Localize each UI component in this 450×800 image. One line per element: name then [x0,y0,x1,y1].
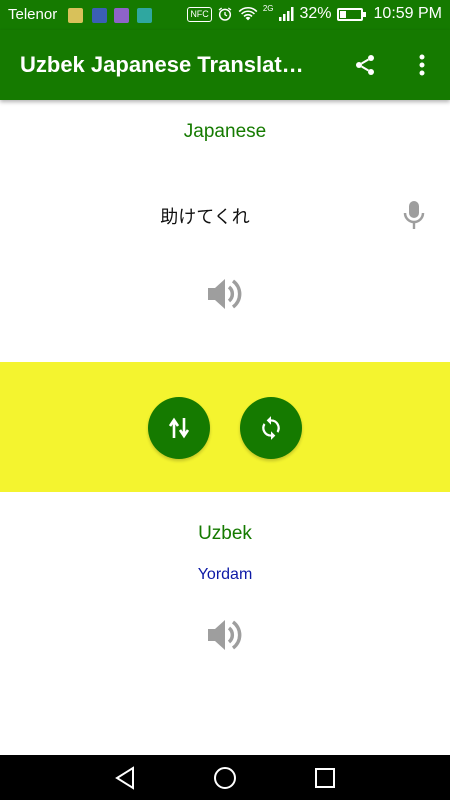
volume-up-icon [208,279,242,309]
source-text-input[interactable]: 助けてくれ [40,203,370,229]
system-nav-bar [0,755,450,800]
volume-up-icon [208,620,242,650]
status-bar: Telenor NFC 2G 32% 10:59 PM [0,0,450,30]
share-button[interactable] [348,50,382,80]
nfc-icon: NFC [187,6,212,22]
clock: 10:59 PM [373,5,442,22]
swap-languages-button[interactable] [148,397,210,459]
sync-icon [262,416,280,440]
app-bar: Uzbek Japanese Translat… [0,30,450,100]
source-speak-button[interactable] [205,276,245,312]
app-title: Uzbek Japanese Translat… [20,52,304,77]
action-band [0,362,450,492]
alarm-icon [218,7,232,21]
source-language-label[interactable]: Japanese [0,121,450,143]
notification-icon [68,8,83,23]
home-circle-icon [214,767,236,789]
more-options-button[interactable] [410,50,434,80]
translation-result: Yordam [197,566,253,583]
target-speak-button[interactable] [205,617,245,653]
recents-square-icon [315,768,335,788]
battery-percent: 32% [299,5,332,22]
wifi-icon [238,7,258,21]
refresh-button[interactable] [240,397,302,459]
recents-button[interactable] [312,765,338,791]
voice-input-button[interactable] [400,200,428,230]
more-vert-icon [419,54,425,76]
swap-vertical-icon [168,417,190,439]
target-language-label[interactable]: Uzbek [0,523,450,545]
notification-icon [92,8,107,23]
microphone-icon [403,201,425,229]
battery-icon [336,7,366,21]
notification-icon [114,8,129,23]
notification-icon [137,8,152,23]
carrier-name: Telenor [8,6,58,23]
share-icon [356,55,374,75]
network-type: 2G [262,3,274,13]
signal-icon [279,7,294,21]
back-button[interactable] [112,765,138,791]
home-button[interactable] [212,765,238,791]
back-triangle-icon [115,766,134,790]
